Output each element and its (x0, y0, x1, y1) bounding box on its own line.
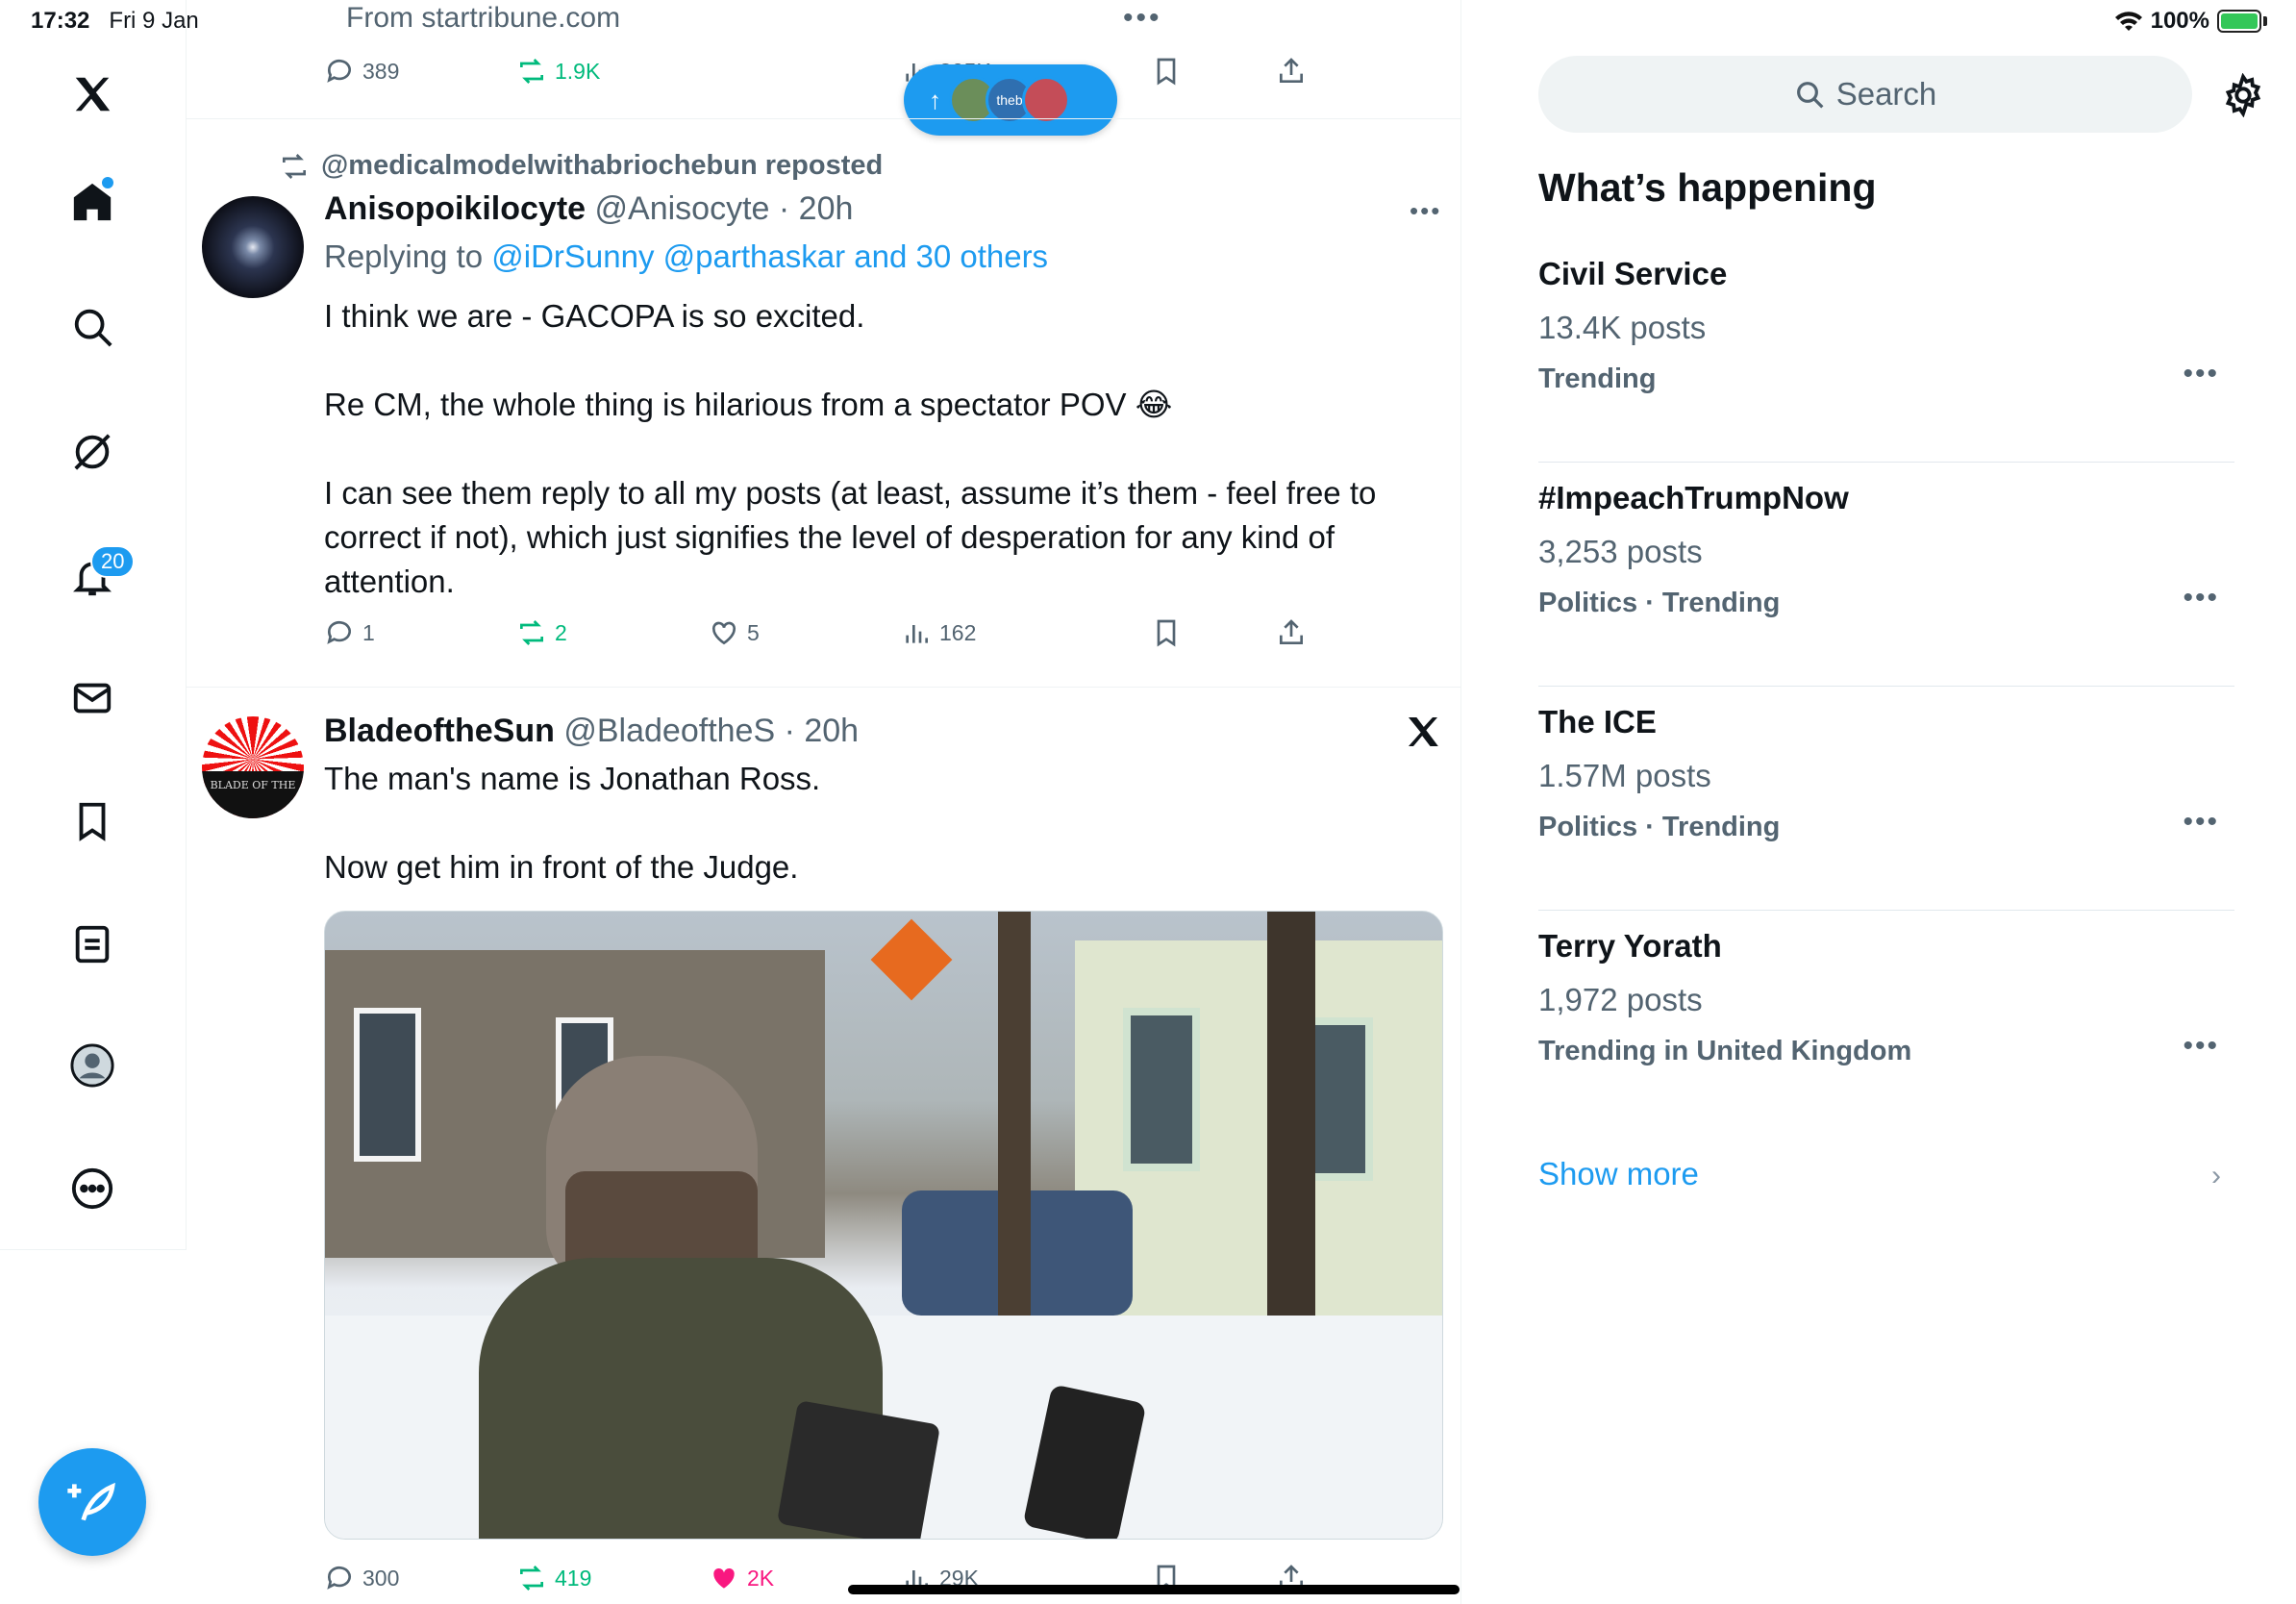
replying-to: Replying to @iDrSunny @parthaskar and 30… (324, 238, 1049, 274)
status-indicators: 100% (2114, 8, 2267, 35)
new-post-avatar (1022, 76, 1070, 124)
post-bladeofthesun[interactable]: BLADE OF THE BladeoftheSun @BladeoftheS … (187, 688, 1461, 1604)
settings-gear-icon[interactable] (2221, 73, 2265, 117)
post-video-media[interactable] (324, 911, 1443, 1540)
compose-feather-icon (67, 1482, 115, 1521)
share-icon (1280, 58, 1303, 83)
views-chart-icon (906, 625, 928, 643)
grok-icon[interactable] (54, 414, 131, 490)
timeline-feed: From startribune.com ••• 389 1.9K 805K ↑… (187, 0, 1461, 1604)
repost-button[interactable]: 1.9K (516, 56, 600, 87)
post-header: BladeoftheSun @BladeoftheS · 20h (324, 713, 860, 749)
search-icon[interactable] (54, 288, 131, 365)
repost-button[interactable]: 2 (516, 617, 567, 648)
post-text-p2: Now get him in front of the Judge. (324, 849, 799, 885)
post-text-p1: The man's name is Jonathan Ross. (324, 761, 821, 796)
repost-icon (520, 59, 543, 84)
post-text-p3: I can see them reply to all my posts (at… (324, 475, 1385, 599)
battery-percent: 100% (2150, 8, 2209, 34)
trend-item[interactable]: Terry Yorath 1,972 posts Trending in Uni… (1538, 911, 2234, 1135)
show-more-link[interactable]: Show more (1538, 1156, 1699, 1192)
post-time[interactable]: 20h (804, 713, 859, 749)
share-icon (1280, 619, 1303, 644)
road-sign (870, 918, 953, 1001)
prev-post-more-icon[interactable]: ••• (1123, 2, 1162, 35)
left-nav: 20 (0, 0, 187, 1250)
search-icon (1796, 82, 1824, 109)
messages-mail-icon[interactable] (54, 660, 131, 737)
post-time[interactable]: 20h (799, 190, 854, 227)
home-icon[interactable] (54, 163, 131, 240)
whats-happening-heading: What’s happening (1538, 165, 1877, 210)
post-text-p1: I think we are - GACOPA is so excited. (324, 298, 865, 334)
more-options-icon[interactable] (54, 1150, 131, 1227)
share-button[interactable] (1276, 617, 1307, 648)
profile-avatar-icon[interactable] (54, 1027, 131, 1104)
link-card-source[interactable]: From startribune.com (346, 2, 620, 35)
lists-icon[interactable] (54, 906, 131, 983)
heart-filled-icon (713, 1567, 735, 1589)
reply-button[interactable]: 1 (324, 617, 375, 648)
trend-more-icon[interactable]: ••• (2183, 582, 2219, 614)
author-avatar[interactable] (202, 196, 304, 298)
post-text-p2: Re CM, the whole thing is hilarious from… (324, 387, 1173, 422)
notifications-count-badge: 20 (90, 545, 136, 578)
bookmark-icon (1157, 58, 1176, 86)
search-input[interactable]: Search (1538, 56, 2192, 133)
like-button[interactable]: 2K (709, 1563, 774, 1593)
share-button[interactable] (1276, 56, 1307, 87)
heart-icon (711, 621, 736, 645)
trend-more-icon[interactable]: ••• (2183, 806, 2219, 839)
reply-mentions-link[interactable]: @iDrSunny @parthaskar and 30 others (491, 238, 1048, 274)
reply-icon (327, 620, 351, 644)
trend-more-icon[interactable]: ••• (2183, 1030, 2219, 1063)
like-button[interactable]: 5 (709, 617, 760, 648)
reply-icon (327, 59, 351, 83)
compose-post-button[interactable] (38, 1448, 146, 1556)
post-header: Anisopoikilocyte @Anisocyte · 20h (324, 190, 854, 227)
repost-small-icon (283, 153, 306, 179)
prev-post-actions: 389 1.9K 805K (324, 52, 1430, 90)
arrow-up-icon: ↑ (929, 85, 941, 114)
battery-icon (2217, 10, 2261, 33)
trend-item[interactable]: #ImpeachTrumpNow 3,253 posts Politics · … (1538, 463, 2234, 687)
bookmark-icon (1157, 619, 1176, 647)
display-name[interactable]: BladeoftheSun (324, 713, 555, 749)
reply-icon (327, 1566, 351, 1590)
chevron-right-icon[interactable]: › (2211, 1160, 2221, 1192)
x-logo-icon[interactable] (54, 56, 131, 133)
reply-button[interactable]: 300 (324, 1563, 399, 1593)
bookmark-button[interactable] (1151, 617, 1182, 648)
post-anisopoikilocyte[interactable]: @medicalmodelwithabriochebun reposted An… (187, 119, 1461, 687)
handle[interactable]: @Anisocyte (595, 190, 770, 227)
repost-button[interactable]: 419 (516, 1563, 591, 1593)
post-actions: 1 2 5 162 (324, 614, 1430, 652)
bookmarks-icon[interactable] (54, 783, 131, 860)
repost-context: @medicalmodelwithabriochebun reposted (279, 150, 883, 182)
display-name[interactable]: Anisopoikilocyte (324, 190, 586, 227)
home-unread-dot (102, 177, 113, 188)
handle[interactable]: @BladeoftheS (563, 713, 775, 749)
x-logo-icon[interactable] (1404, 713, 1442, 751)
trend-item[interactable]: Civil Service 13.4K posts Trending ••• (1538, 238, 2234, 463)
repost-icon (520, 1566, 543, 1591)
trend-more-icon[interactable]: ••• (2183, 358, 2219, 390)
home-indicator[interactable] (848, 1585, 1460, 1594)
repost-icon (520, 620, 543, 645)
author-avatar[interactable]: BLADE OF THE (202, 716, 304, 818)
reply-button[interactable]: 389 (324, 56, 399, 87)
views-button[interactable]: 162 (901, 617, 976, 648)
trend-item[interactable]: The ICE 1.57M posts Politics · Trending … (1538, 687, 2234, 911)
bookmark-button[interactable] (1151, 56, 1182, 87)
post-more-icon[interactable]: ••• (1410, 196, 1441, 226)
wifi-icon (2114, 12, 2142, 31)
